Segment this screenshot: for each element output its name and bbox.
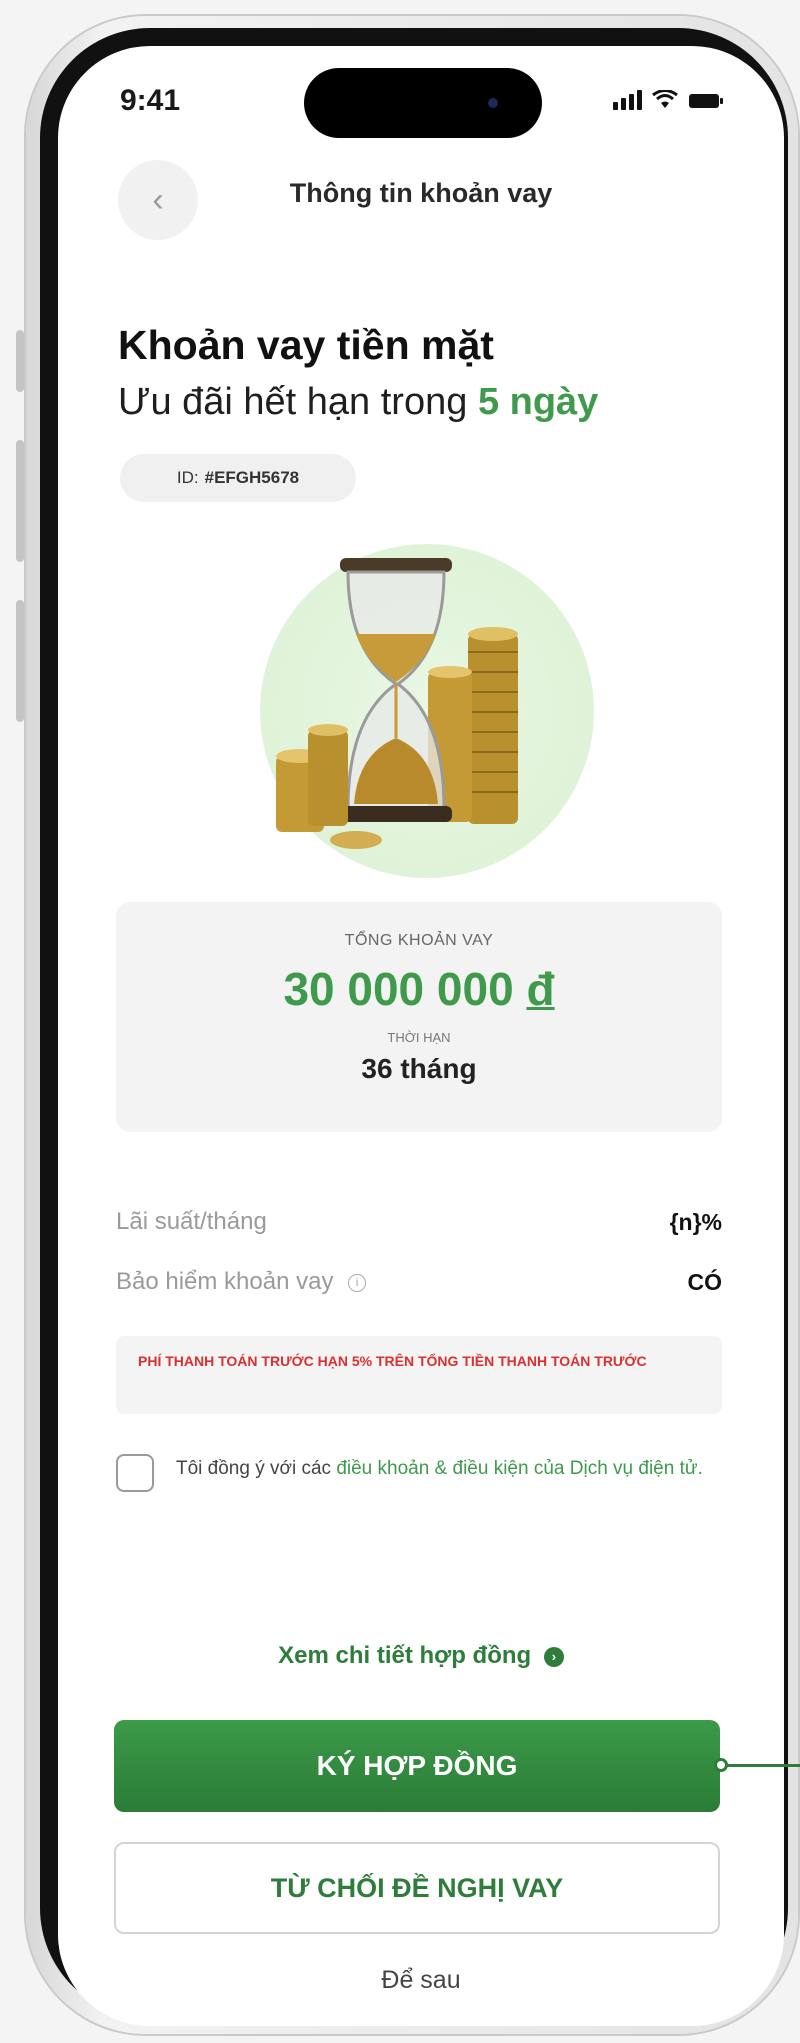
terms-link[interactable]: điều khoản & điều kiện của Dịch vụ điện … [336, 1458, 703, 1479]
loan-id-badge: ID: #EFGH5678 [120, 454, 356, 502]
signal-icon [613, 90, 642, 110]
terms-consent: Tôi đồng ý với các điều khoản & điều kiệ… [116, 1454, 722, 1492]
loan-insurance-label: Bảo hiểm khoản vay [116, 1268, 334, 1295]
total-loan-label: TỔNG KHOẢN VAY [344, 932, 494, 949]
status-time: 9:41 [120, 84, 181, 117]
dynamic-island [304, 68, 542, 138]
info-circle-icon[interactable]: i [348, 1273, 367, 1292]
total-loan-amount: 30 000 000 đ [116, 962, 722, 1016]
loan-type-title: Khoản vay tiền mặt [118, 322, 494, 368]
offer-expiry-days: 5 ngày [477, 381, 599, 423]
terms-checkbox[interactable] [116, 1454, 154, 1492]
reject-offer-button[interactable]: TỪ CHỐI ĐỀ NGHỊ VAY [114, 1842, 720, 1934]
prepayment-fee-warning: PHÍ THANH TOÁN TRƯỚC HẠN 5% TRÊN TỔNG TI… [116, 1336, 722, 1414]
terms-text: Tôi đồng ý với các điều khoản & điều kiệ… [176, 1454, 703, 1492]
battery-icon [689, 94, 723, 108]
interest-rate-value: {n}% [669, 1208, 722, 1235]
terms-text-prefix: Tôi đồng ý với các [176, 1458, 332, 1479]
wifi-icon [652, 90, 678, 108]
annotation-pointer-dot [714, 1758, 728, 1772]
status-icons [613, 90, 724, 110]
loan-id-value: #EFGH5678 [204, 468, 300, 487]
currency-symbol: đ [526, 963, 555, 1015]
annotation-pointer-line [720, 1764, 800, 1767]
interest-rate-label: Lãi suất/tháng [116, 1208, 267, 1235]
term-value: 36 tháng [361, 1053, 477, 1084]
loan-id-label: ID: [176, 468, 199, 487]
camera-icon [488, 98, 498, 108]
header-title: Thông tin khoản vay [289, 178, 553, 208]
loan-insurance-value: CÓ [687, 1268, 723, 1295]
phone-volume-up-button [16, 440, 24, 562]
loan-summary-card: TỔNG KHOẢN VAY 30 000 000 đ THỜI HẠN 36 … [116, 902, 722, 1132]
bottom-action-sheet: Xem chi tiết hợp đồng › KÝ HỢP ĐỒNG TỪ C… [58, 1508, 784, 2026]
arrow-right-circle-icon: › [543, 1646, 564, 1667]
total-loan-value: 30 000 000 [283, 963, 514, 1015]
term-label: THỜI HẠN [387, 1030, 451, 1045]
hourglass-coins-illustration [276, 558, 518, 849]
view-contract-link[interactable]: Xem chi tiết hợp đồng › [58, 1642, 784, 1670]
sign-contract-button[interactable]: KÝ HỢP ĐỒNG [114, 1720, 720, 1812]
later-link[interactable]: Để sau [58, 1966, 784, 1995]
view-contract-label: Xem chi tiết hợp đồng [278, 1642, 532, 1669]
interest-rate-row: Lãi suất/tháng {n}% [116, 1208, 722, 1236]
offer-expiry-text: Ưu đãi hết hạn trong 5 ngày [118, 381, 598, 424]
phone-volume-down-button [16, 600, 24, 722]
phone-action-button [16, 330, 24, 392]
loan-insurance-label-wrap: Bảo hiểm khoản vay i [116, 1268, 367, 1296]
loan-insurance-row: Bảo hiểm khoản vay i CÓ [116, 1268, 722, 1296]
offer-expiry-prefix: Ưu đãi hết hạn trong [118, 381, 468, 423]
